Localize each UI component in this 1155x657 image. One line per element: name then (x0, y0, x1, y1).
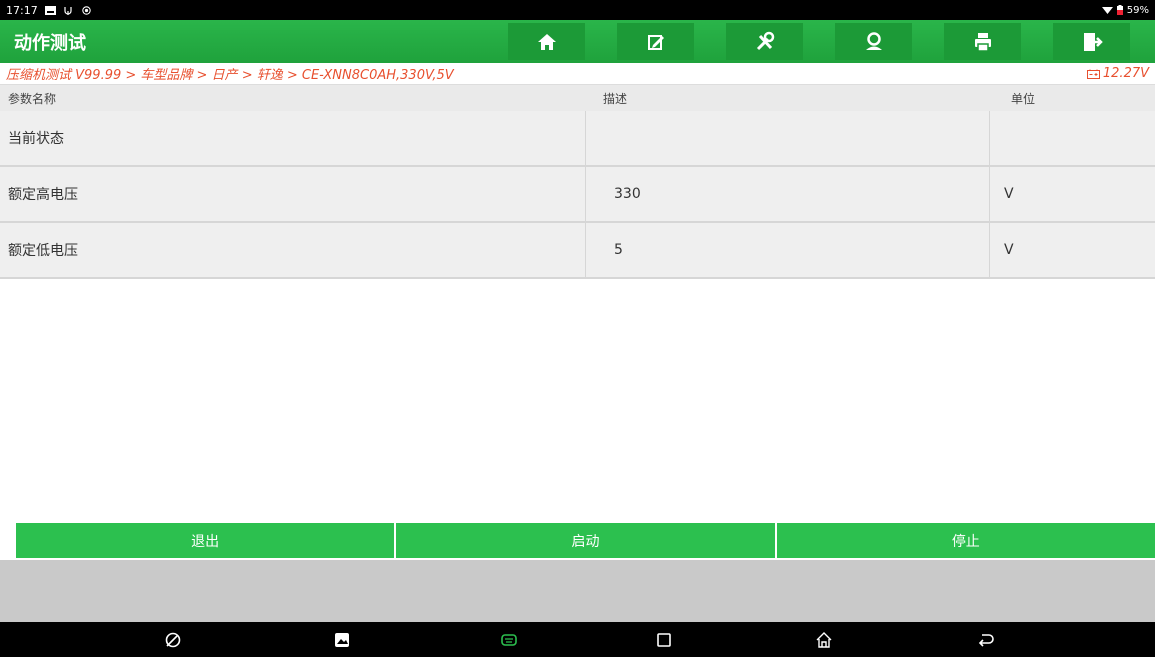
edit-button[interactable] (617, 23, 694, 60)
recents-icon[interactable] (655, 631, 673, 649)
browser-icon[interactable] (164, 631, 182, 649)
battery-percent: 59% (1126, 4, 1149, 16)
battery-voltage-icon (1086, 69, 1100, 79)
home-icon (537, 33, 556, 50)
exit-button[interactable] (1053, 23, 1130, 60)
row-value (585, 111, 989, 165)
status-bar: 17:17 59% (0, 0, 1155, 20)
table-header: 参数名称 描述 单位 (0, 85, 1155, 111)
user-icon (865, 31, 882, 50)
back-icon[interactable] (977, 631, 995, 649)
gallery-icon[interactable] (333, 631, 351, 649)
parameter-table: 参数名称 描述 单位 当前状态 额定高电压 330 V 额定低电压 5 V (0, 85, 1155, 279)
header-unit: 单位 (1011, 91, 1036, 106)
print-button[interactable] (944, 23, 1021, 60)
exit-action-button[interactable]: 退出 (16, 523, 395, 558)
row-param-name: 额定高电压 (8, 187, 78, 203)
battery-icon (1116, 5, 1123, 15)
home-nav-icon[interactable] (815, 631, 833, 649)
exit-icon (1083, 32, 1103, 51)
page-title: 动作测试 (14, 32, 86, 54)
user-button[interactable] (835, 23, 912, 60)
action-bar: 退出 启动 停止 (16, 523, 1155, 558)
header-param-name: 参数名称 (8, 91, 57, 106)
tools-icon (756, 31, 774, 50)
stop-action-button[interactable]: 停止 (776, 523, 1155, 558)
print-icon (974, 32, 991, 52)
breadcrumb: 压缩机测试 V99.99 > 车型品牌 > 日产 > 轩逸 > CE-XNN8C… (0, 63, 1155, 85)
tools-button[interactable] (726, 23, 803, 60)
row-param-name: 额定低电压 (8, 243, 78, 259)
edit-icon (647, 34, 664, 50)
voltage-readout: 12.27V (1086, 66, 1149, 81)
row-unit (989, 111, 1155, 165)
app-notification-icon (81, 5, 91, 15)
footer-spacer (0, 560, 1155, 622)
breadcrumb-path: 压缩机测试 V99.99 > 车型品牌 > 日产 > 轩逸 > CE-XNN8C… (6, 68, 454, 83)
row-param-name: 当前状态 (8, 131, 64, 147)
row-unit: V (989, 167, 1155, 221)
home-button[interactable] (508, 23, 585, 60)
header-description: 描述 (603, 91, 628, 106)
table-row: 当前状态 (0, 111, 1155, 167)
row-unit: V (989, 223, 1155, 277)
row-value: 5 (585, 223, 989, 277)
diagnostic-connector-icon[interactable] (500, 631, 518, 649)
wifi-icon (1101, 6, 1113, 14)
voltage-value: 12.27V (1102, 66, 1149, 81)
navigation-bar (0, 622, 1155, 657)
row-value: 330 (585, 167, 989, 221)
clock: 17:17 (6, 3, 38, 17)
table-row: 额定低电压 5 V (0, 223, 1155, 279)
start-action-button[interactable]: 启动 (396, 523, 775, 558)
usb-debug-icon (64, 6, 72, 15)
gallery-notification-icon (44, 5, 56, 15)
table-row: 额定高电压 330 V (0, 167, 1155, 223)
